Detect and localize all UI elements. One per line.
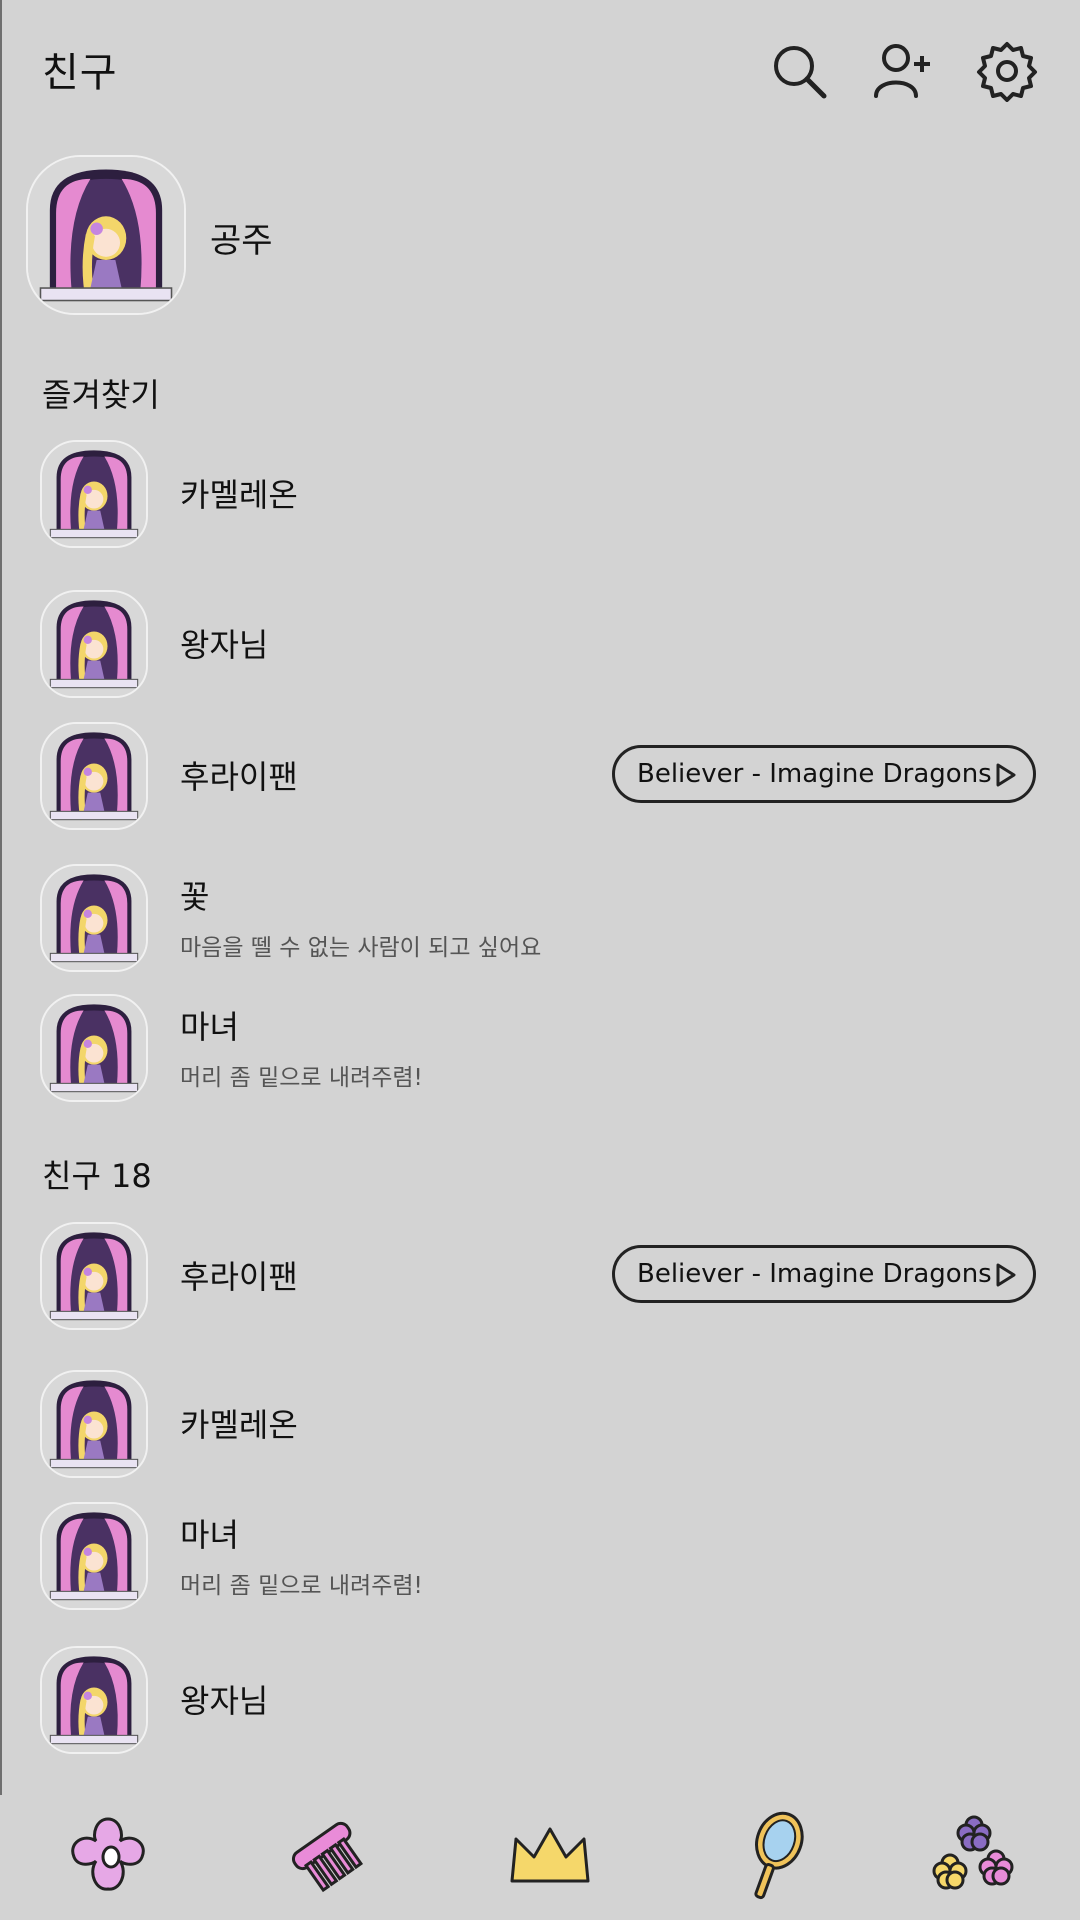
bottom-nav (0, 1795, 1080, 1920)
favorites-label: 즐겨찾기 (42, 376, 160, 414)
friend-avatar[interactable] (40, 1370, 148, 1478)
friend-name: 왕자님 (180, 1682, 269, 1720)
friend-avatar[interactable] (40, 1502, 148, 1610)
gear-icon[interactable] (976, 40, 1038, 102)
play-icon[interactable] (995, 1262, 1017, 1288)
friend-avatar[interactable] (40, 994, 148, 1102)
crown-icon[interactable] (500, 1805, 600, 1905)
window-edge (0, 0, 2, 1795)
header: 친구 (0, 0, 1080, 140)
page-title: 친구 (42, 50, 118, 96)
friend-avatar[interactable] (40, 440, 148, 548)
friend-name: 카멜레온 (180, 476, 298, 514)
friend-name: 후라이팬 (180, 758, 298, 796)
status-message: 머리 좀 밑으로 내려주렴! (180, 1065, 423, 1091)
my-avatar[interactable] (26, 155, 186, 315)
friend-avatar[interactable] (40, 864, 148, 972)
friend-avatar[interactable] (40, 590, 148, 698)
music-title: Believer - Imagine Dragons (637, 1259, 992, 1289)
status-message: 머리 좀 밑으로 내려주렴! (180, 1573, 423, 1599)
music-badge[interactable]: Believer - Imagine Dragons (612, 1245, 1036, 1303)
friends-label: 친구 18 (42, 1157, 152, 1195)
my-name: 공주 (210, 221, 273, 261)
status-message: 마음을 뗄 수 없는 사람이 되고 싶어요 (180, 935, 542, 961)
search-icon[interactable] (768, 40, 830, 102)
friend-name: 마녀 (180, 1516, 239, 1554)
friend-name: 카멜레온 (180, 1406, 298, 1444)
music-badge[interactable]: Believer - Imagine Dragons (612, 745, 1036, 803)
flower-icon[interactable] (58, 1805, 158, 1905)
friend-name: 마녀 (180, 1008, 239, 1046)
friend-avatar[interactable] (40, 1222, 148, 1330)
friend-name: 왕자님 (180, 626, 269, 664)
mirror-icon[interactable] (722, 1805, 822, 1905)
flowers-icon[interactable] (924, 1805, 1024, 1905)
music-title: Believer - Imagine Dragons (637, 759, 992, 789)
friend-avatar[interactable] (40, 1646, 148, 1754)
comb-icon[interactable] (278, 1805, 378, 1905)
friend-avatar[interactable] (40, 722, 148, 830)
add-friend-icon[interactable] (872, 40, 934, 102)
friend-name: 후라이팬 (180, 1258, 298, 1296)
friend-name: 꽃 (180, 878, 210, 916)
play-icon[interactable] (995, 762, 1017, 788)
